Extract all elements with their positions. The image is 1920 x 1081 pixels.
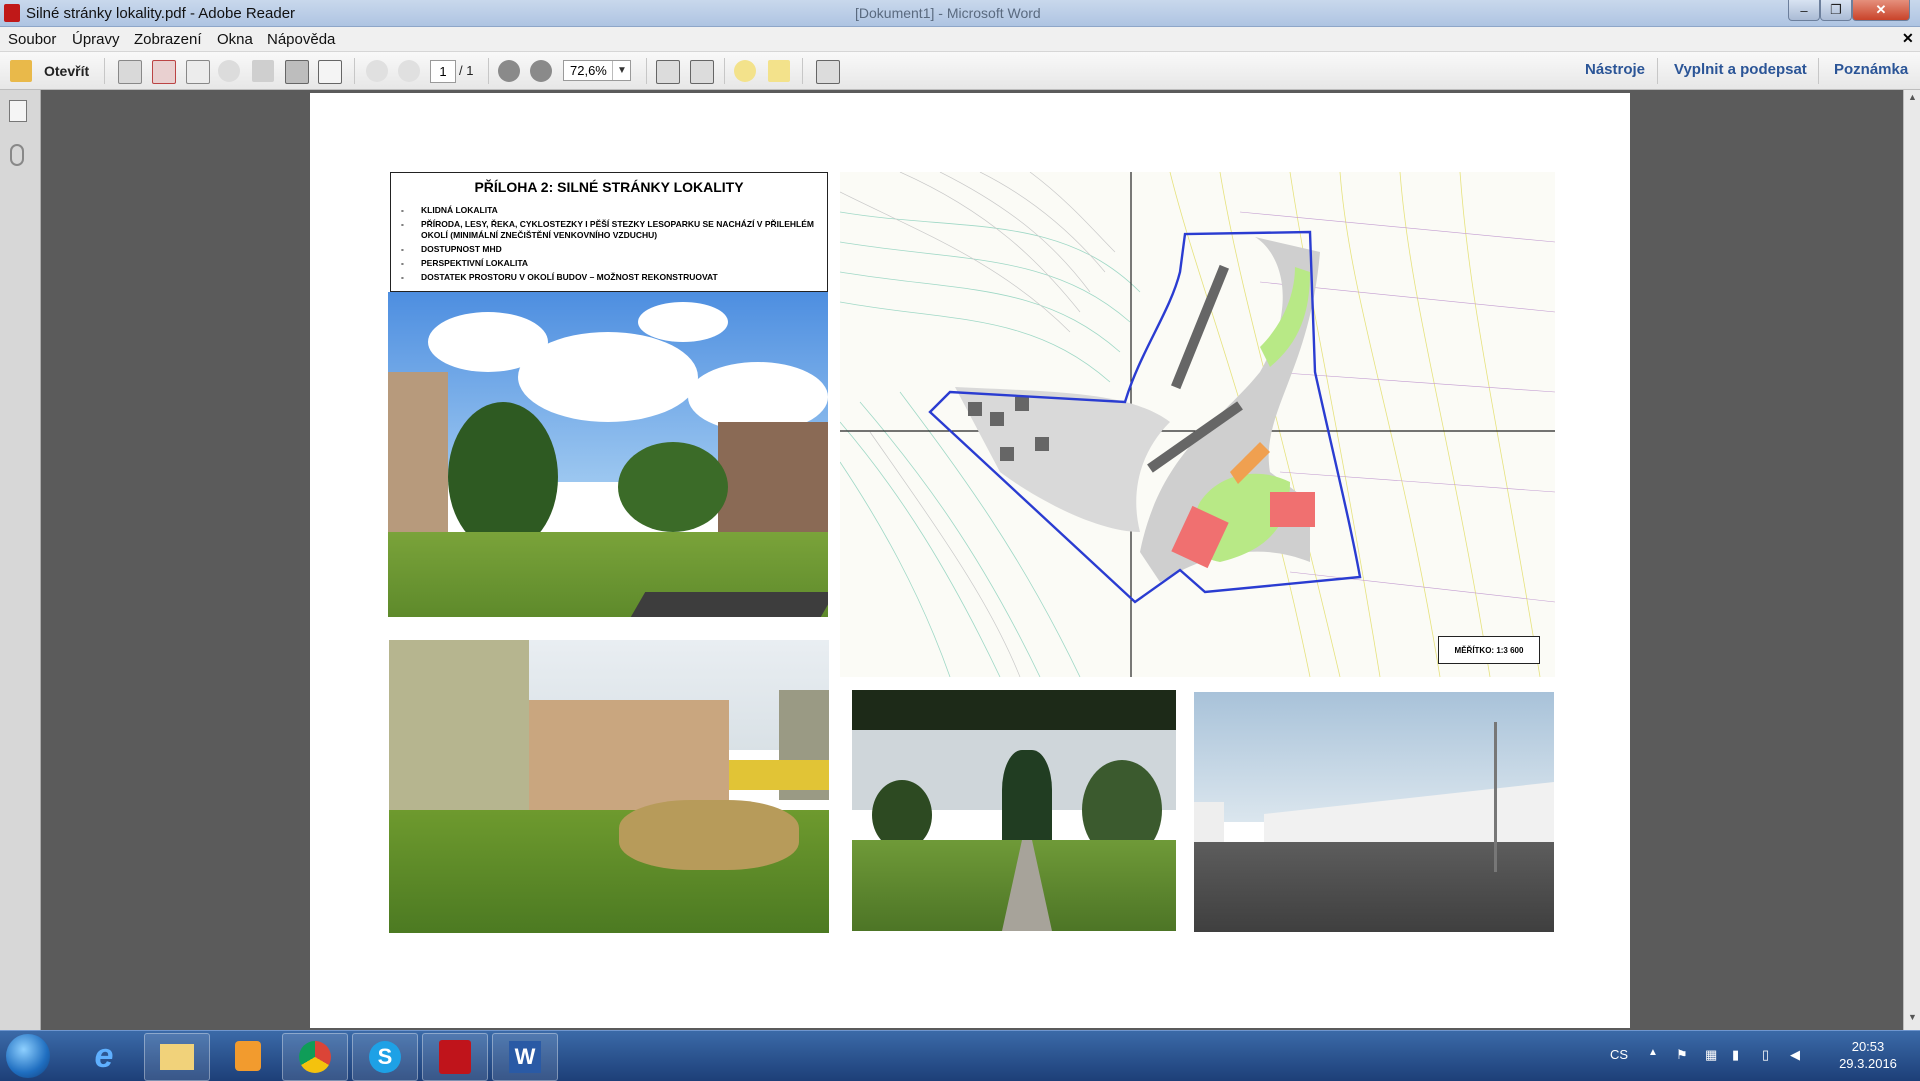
cloud-upload-icon[interactable]: [218, 60, 240, 82]
close-button[interactable]: ✕: [1852, 0, 1910, 21]
minimize-button[interactable]: –: [1788, 0, 1820, 21]
clock-time: 20:53: [1851, 1039, 1885, 1054]
open-button[interactable]: Otevřít: [44, 60, 89, 82]
expand-icon[interactable]: [816, 60, 840, 84]
action-center-flag-icon[interactable]: ⚑: [1676, 1047, 1688, 1063]
clock-date: 29.3.2016: [1839, 1056, 1897, 1071]
file-explorer-icon[interactable]: [144, 1033, 210, 1081]
photo-residential-street: [388, 292, 828, 617]
tools-link[interactable]: Nástroje: [1585, 61, 1645, 78]
create-pdf-icon[interactable]: [118, 60, 142, 84]
list-item: DOSTUPNOST MHD: [391, 244, 827, 255]
attachments-icon[interactable]: [10, 144, 24, 166]
menu-soubor[interactable]: Soubor: [8, 31, 56, 48]
menu-bar: Soubor Úpravy Zobrazení Okna Nápověda ✕: [0, 27, 1920, 52]
scroll-down-icon[interactable]: ▼: [1908, 1012, 1917, 1022]
window-title-bar[interactable]: Silné stránky lokality.pdf - Adobe Reade…: [0, 0, 1920, 27]
zoom-in-icon[interactable]: [530, 60, 552, 82]
page-count: / 1: [459, 63, 474, 78]
pdf-page: PŘÍLOHA 2: SILNÉ STRÁNKY LOKALITY KLIDNÁ…: [310, 93, 1630, 1028]
previous-page-icon[interactable]: [366, 60, 388, 82]
info-box: PŘÍLOHA 2: SILNÉ STRÁNKY LOKALITY KLIDNÁ…: [390, 172, 828, 292]
comment-link[interactable]: Poznámka: [1834, 61, 1908, 78]
background-window-title: [Dokument1] - Microsoft Word: [855, 5, 1041, 21]
strengths-list: KLIDNÁ LOKALITA PŘÍRODA, LESY, ŘEKA, CYK…: [391, 205, 827, 283]
highlight-icon[interactable]: [768, 60, 790, 82]
next-page-icon[interactable]: [398, 60, 420, 82]
save-icon[interactable]: [252, 60, 274, 82]
scale-label: MĚŘÍTKO: 1:3 600: [1438, 636, 1540, 664]
document-close-icon[interactable]: ✕: [1902, 30, 1914, 47]
start-button[interactable]: [6, 1034, 50, 1078]
list-item: PŘÍRODA, LESY, ŘEKA, CYKLOSTEZKY I PĚŠÍ …: [391, 219, 827, 241]
media-player-icon[interactable]: [216, 1033, 280, 1079]
clock[interactable]: 20:53 29.3.2016: [1836, 1038, 1900, 1072]
photo-park-path: [852, 690, 1176, 931]
vertical-scrollbar[interactable]: ▲ ▼: [1903, 90, 1920, 1030]
list-item: KLIDNÁ LOKALITA: [391, 205, 827, 216]
word-icon[interactable]: W: [492, 1033, 558, 1081]
power-icon[interactable]: ▯: [1762, 1047, 1769, 1063]
export-pdf-icon[interactable]: [152, 60, 176, 84]
network-icon[interactable]: ▦: [1705, 1047, 1717, 1063]
navigation-pane: [0, 90, 41, 1030]
taskbar: e S W CS ▲ ⚑ ▦ ▮ ▯ ◀ 20:53 29.3.2016: [0, 1030, 1920, 1081]
list-item: DOSTATEK PROSTORU V OKOLÍ BUDOV – MOŽNOS…: [391, 272, 827, 283]
page-thumbnails-icon[interactable]: [9, 100, 27, 122]
volume-muted-icon[interactable]: ◀: [1790, 1047, 1800, 1063]
adobe-reader-icon: [4, 4, 20, 22]
menu-okna[interactable]: Okna: [217, 31, 253, 48]
scroll-up-icon[interactable]: ▲: [1908, 92, 1917, 102]
list-item: PERSPEKTIVNÍ LOKALITA: [391, 258, 827, 269]
adobe-reader-taskbar-icon[interactable]: [422, 1033, 488, 1081]
folder-open-icon[interactable]: [10, 60, 32, 82]
edit-pdf-icon[interactable]: [186, 60, 210, 84]
print-icon[interactable]: [285, 60, 309, 84]
menu-napoveda[interactable]: Nápověda: [267, 31, 335, 48]
signal-icon[interactable]: ▮: [1732, 1047, 1739, 1063]
site-plan-map: [840, 172, 1555, 677]
fill-and-sign-link[interactable]: Vyplnit a podepsat: [1674, 61, 1807, 78]
photo-terraced-houses: [389, 640, 829, 933]
fit-page-icon[interactable]: [690, 60, 714, 84]
photo-new-row-houses: [1194, 692, 1554, 932]
comment-icon[interactable]: [734, 60, 756, 82]
email-icon[interactable]: [318, 60, 342, 84]
zoom-out-icon[interactable]: [498, 60, 520, 82]
menu-upravy[interactable]: Úpravy: [72, 31, 120, 48]
window-title: Silné stránky lokality.pdf - Adobe Reade…: [26, 5, 296, 22]
page-number-input[interactable]: 1: [430, 60, 456, 83]
language-indicator[interactable]: CS: [1610, 1047, 1628, 1062]
fit-width-icon[interactable]: [656, 60, 680, 84]
toolbar: Otevřít 1 / 1 72,6% ▼ Nástroje Vyplnit a…: [0, 52, 1920, 90]
skype-icon[interactable]: S: [352, 1033, 418, 1081]
internet-explorer-icon[interactable]: e: [72, 1033, 136, 1079]
menu-zobrazeni[interactable]: Zobrazení: [134, 31, 202, 48]
zoom-level-value: 72,6%: [570, 63, 607, 78]
chrome-icon[interactable]: [282, 1033, 348, 1081]
show-hidden-icons-icon[interactable]: ▲: [1648, 1047, 1658, 1058]
chevron-down-icon[interactable]: ▼: [612, 61, 631, 80]
document-title: PŘÍLOHA 2: SILNÉ STRÁNKY LOKALITY: [474, 179, 744, 195]
maximize-button[interactable]: ❐: [1820, 0, 1852, 21]
